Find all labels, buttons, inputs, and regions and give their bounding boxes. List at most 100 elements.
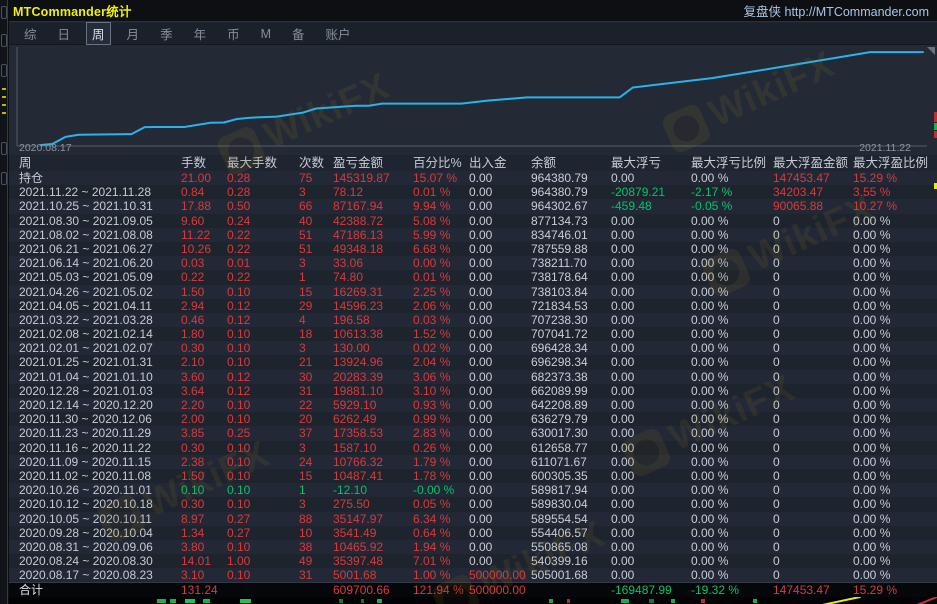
column-header: 手数: [181, 155, 227, 171]
menu-item-月[interactable]: 月: [122, 23, 145, 44]
table-row[interactable]: 2020.10.12 ~ 2020.10.180.300.103275.500.…: [9, 497, 937, 511]
cell: 0.00 %: [853, 327, 937, 341]
cell: 51: [299, 228, 333, 242]
table-row[interactable]: 2020.12.28 ~ 2021.01.033.640.123119881.1…: [9, 384, 937, 398]
table-row[interactable]: 2020.12.14 ~ 2020.12.202.200.10225929.10…: [9, 398, 937, 412]
total-row[interactable]: 合计131.24609700.66121.94 %500000.00-16948…: [9, 582, 937, 597]
cell: 2020.12.14 ~ 2020.12.20: [9, 398, 181, 412]
table-row[interactable]: 2021.11.22 ~ 2021.11.280.840.28378.120.0…: [9, 185, 937, 199]
cell: 0.00 %: [691, 370, 773, 384]
resize-corner-icon[interactable]: [927, 47, 935, 55]
cell: 10.27 %: [853, 199, 937, 213]
cell: 0.00: [469, 398, 531, 412]
cell: 0.27: [227, 526, 299, 540]
cell: 0.01: [227, 256, 299, 270]
cell: 0.00: [611, 568, 691, 582]
cell: -0.00 %: [413, 483, 469, 497]
cell: 0.12: [227, 384, 299, 398]
cell: 1.34: [181, 526, 227, 540]
stats-window: MTCommander统计 复盘侠 http://MTCommander.com…: [9, 0, 937, 604]
cell: 1.52 %: [413, 327, 469, 341]
equity-curve: [41, 52, 923, 145]
table-row[interactable]: 2021.02.08 ~ 2021.02.141.800.101810613.3…: [9, 327, 937, 341]
cell: 3.85: [181, 426, 227, 440]
cell: 2.38: [181, 455, 227, 469]
cell: 589830.04: [531, 497, 611, 511]
cell: 707041.72: [531, 327, 611, 341]
table-row[interactable]: 2021.10.25 ~ 2021.10.3117.880.506687167.…: [9, 199, 937, 213]
cell: 2020.10.26 ~ 2020.11.01: [9, 483, 181, 497]
table-row[interactable]: 2021.02.01 ~ 2021.02.070.300.103130.000.…: [9, 341, 937, 355]
cell: 0.00 %: [691, 171, 773, 185]
cell: 0.00 %: [691, 384, 773, 398]
background-chart-strip: [9, 597, 937, 604]
cell: 0.28: [227, 171, 299, 185]
cell: 0.00 %: [853, 355, 937, 369]
menu-item-M[interactable]: M: [256, 26, 276, 42]
menu-item-日[interactable]: 日: [53, 23, 76, 44]
table-row[interactable]: 2021.04.26 ~ 2021.05.021.500.101516269.3…: [9, 285, 937, 299]
background-mark: [2, 112, 6, 114]
cell: 589554.54: [531, 512, 611, 526]
table-row[interactable]: 2021.08.02 ~ 2021.08.0811.220.225147186.…: [9, 228, 937, 242]
menu-item-综[interactable]: 综: [19, 23, 42, 44]
table-row[interactable]: 2021.06.14 ~ 2021.06.200.030.01333.060.0…: [9, 256, 937, 270]
table-row[interactable]: 2020.11.23 ~ 2020.11.293.850.253717358.5…: [9, 426, 937, 440]
background-window-edge: [0, 0, 8, 604]
table-row[interactable]: 2020.11.02 ~ 2020.11.081.500.101510487.4…: [9, 469, 937, 483]
cell: 0: [773, 526, 853, 540]
cell: 21: [299, 355, 333, 369]
cell: 0.00: [611, 526, 691, 540]
table-row[interactable]: 2021.01.04 ~ 2021.01.103.600.123020283.3…: [9, 370, 937, 384]
cell: 0.00 %: [691, 455, 773, 469]
table-row[interactable]: 2020.11.16 ~ 2020.11.220.300.1031587.100…: [9, 441, 937, 455]
cell: 0.00: [469, 313, 531, 327]
table-row[interactable]: 2021.05.03 ~ 2021.05.090.220.22174.800.0…: [9, 270, 937, 284]
table-row[interactable]: 持仓21.000.2875145319.8715.07 %0.00964380.…: [9, 171, 937, 185]
cell: 0.00 %: [853, 285, 937, 299]
table-row[interactable]: 2020.08.24 ~ 2020.08.3014.011.004935397.…: [9, 554, 937, 568]
cell: 1.00: [227, 554, 299, 568]
table-row[interactable]: 2021.08.30 ~ 2021.09.059.600.244042388.7…: [9, 214, 937, 228]
cell: 3: [299, 497, 333, 511]
candle-mark: [240, 599, 251, 603]
cell: 0.00 %: [853, 426, 937, 440]
table-row[interactable]: 2020.09.28 ~ 2020.10.041.340.27103541.49…: [9, 526, 937, 540]
menu-item-账户[interactable]: 账户: [321, 23, 356, 44]
cell: 17.88: [181, 199, 227, 213]
table-row[interactable]: 2020.08.31 ~ 2020.09.063.800.103810465.9…: [9, 540, 937, 554]
table-row[interactable]: 2020.11.09 ~ 2020.11.152.380.102410766.3…: [9, 455, 937, 469]
cell: 0.10: [227, 285, 299, 299]
cell: 500000.00: [469, 568, 531, 582]
cell: 3: [299, 256, 333, 270]
cell: 30: [299, 370, 333, 384]
table-row[interactable]: 2020.11.30 ~ 2020.12.062.000.10206262.49…: [9, 412, 937, 426]
cell: 14.01: [181, 554, 227, 568]
table-row[interactable]: 2021.06.21 ~ 2021.06.2710.260.225149348.…: [9, 242, 937, 256]
cell: 0.00 %: [853, 256, 937, 270]
cell: 0.00 %: [853, 242, 937, 256]
table-row[interactable]: 2021.01.25 ~ 2021.01.312.100.102113924.9…: [9, 355, 937, 369]
table-row[interactable]: 2020.10.05 ~ 2020.10.118.970.278835147.9…: [9, 512, 937, 526]
menu-item-周[interactable]: 周: [86, 22, 111, 45]
menu-item-币[interactable]: 币: [222, 23, 245, 44]
menu-item-备[interactable]: 备: [287, 23, 310, 44]
table-row[interactable]: 2020.08.17 ~ 2020.08.233.100.10315001.68…: [9, 568, 937, 582]
cell: -0.05 %: [691, 199, 773, 213]
table-row[interactable]: 2021.03.22 ~ 2021.03.280.460.124196.580.…: [9, 313, 937, 327]
cell: 90065.88: [773, 199, 853, 213]
cell: 0.00: [469, 228, 531, 242]
cell: 0.10: [227, 469, 299, 483]
cell: 738178.64: [531, 270, 611, 284]
cell: -2.17 %: [691, 185, 773, 199]
brand-link[interactable]: 复盘侠 http://MTCommander.com: [744, 1, 929, 20]
chart-start-date-label: 2020.08.17: [19, 142, 72, 154]
cell: 15: [299, 285, 333, 299]
menu-item-季[interactable]: 季: [155, 23, 178, 44]
cell: 0.25: [227, 426, 299, 440]
table-row[interactable]: 2020.10.26 ~ 2020.11.010.100.101-12.10-0…: [9, 483, 937, 497]
menu-item-年[interactable]: 年: [189, 23, 212, 44]
cell: 2021.02.01 ~ 2021.02.07: [9, 341, 181, 355]
table-row[interactable]: 2021.04.05 ~ 2021.04.112.940.122914596.2…: [9, 299, 937, 313]
cell: 0: [773, 341, 853, 355]
